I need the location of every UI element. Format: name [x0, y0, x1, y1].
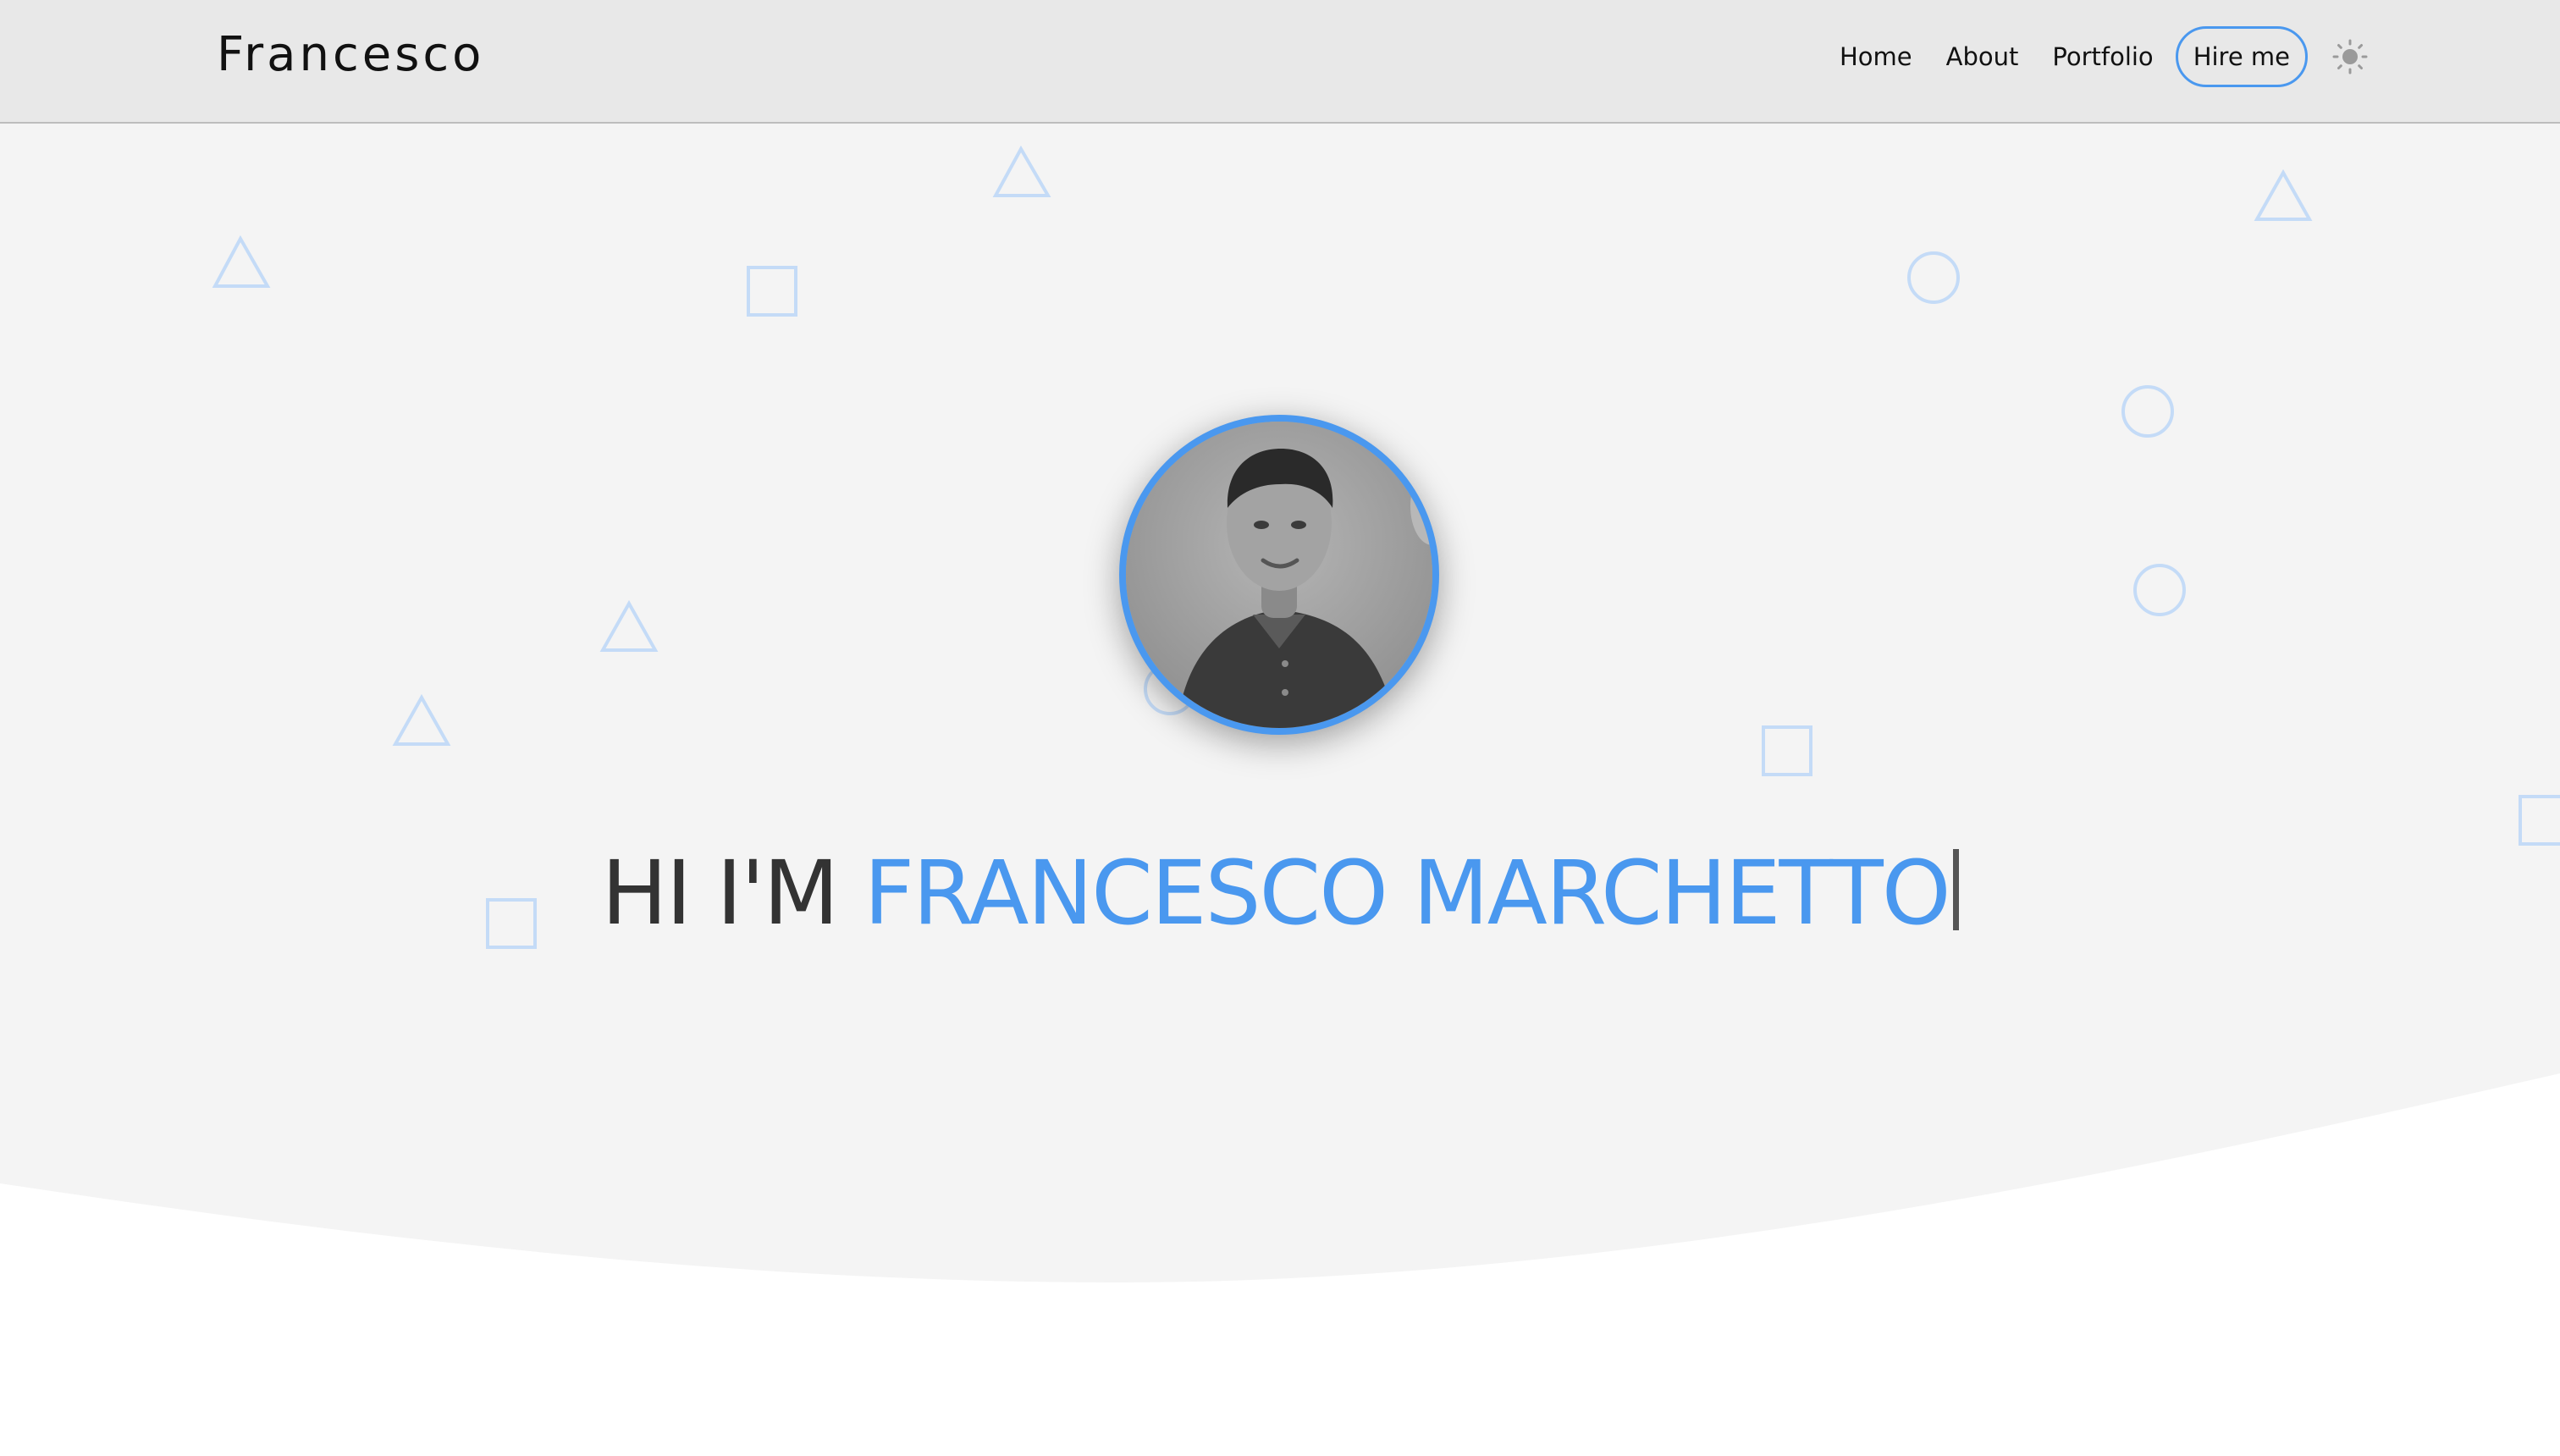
sun-icon — [2332, 39, 2368, 74]
navbar: Francesco Home About Portfolio Hire me — [0, 0, 2560, 124]
page: Francesco Home About Portfolio Hire me H… — [0, 0, 2560, 1456]
hero-greeting: HI I'M — [601, 841, 839, 945]
nav-link-portfolio[interactable]: Portfolio — [2052, 42, 2153, 71]
brand-logo[interactable]: Francesco — [217, 25, 484, 85]
profile-avatar — [1119, 415, 1439, 735]
typing-caret — [1952, 848, 1959, 930]
profile-photo — [1126, 422, 1432, 728]
hire-me-button[interactable]: Hire me — [2175, 26, 2308, 87]
theme-toggle-button[interactable] — [2330, 36, 2370, 77]
nav-links: Home About Portfolio Hire me — [1806, 22, 2370, 91]
hero-section — [0, 124, 2560, 1456]
nav-link-home[interactable]: Home — [1840, 42, 1912, 71]
nav-link-about[interactable]: About — [1946, 42, 2019, 71]
hero-name: FRANCESCO MARCHETTO — [863, 841, 1950, 945]
hero-headline: HI I'M FRANCESCO MARCHETTO — [0, 830, 2560, 957]
